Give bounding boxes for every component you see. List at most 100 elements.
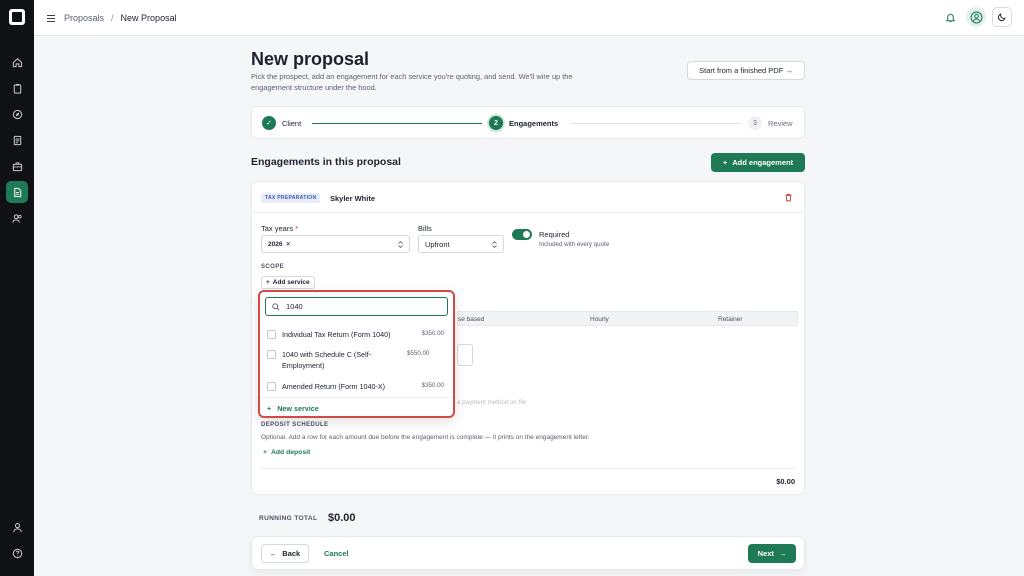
wizard-footer: ← Back Cancel Next →	[251, 536, 805, 570]
page-subtitle: Pick the prospect, add an engagement for…	[251, 72, 573, 92]
option-checkbox[interactable]	[267, 382, 276, 391]
bell-icon[interactable]	[940, 7, 960, 27]
home-icon[interactable]	[6, 51, 28, 73]
service-option[interactable]: Amended Return (Form 1040-X) $350.00	[267, 381, 444, 392]
add-service-label: Add service	[272, 279, 310, 286]
search-query: 1040	[286, 302, 303, 311]
breadcrumb-current: New Proposal	[120, 13, 177, 23]
breadcrumb-separator: /	[111, 13, 114, 23]
engagement-client: Skyler White	[330, 194, 376, 203]
back-label: Back	[282, 549, 301, 558]
arrow-right-icon: →	[778, 549, 787, 558]
proposal-stepper: ✓ Client 2 Engagements 3 Review	[251, 106, 805, 139]
proposals-icon[interactable]	[6, 181, 28, 203]
remove-chip-icon[interactable]: ✕	[285, 240, 290, 248]
step-connector	[570, 123, 740, 124]
required-mark: *	[295, 224, 299, 233]
step-engagements[interactable]: 2 Engagements	[489, 116, 558, 130]
deposit-description: Optional. Add a row for each amount due …	[261, 434, 590, 441]
pricing-table-header: se based Hourly Retainer	[457, 311, 798, 326]
help-icon[interactable]	[6, 542, 28, 564]
plus-icon: +	[263, 449, 267, 456]
step-label: Client	[282, 118, 302, 128]
plus-icon: +	[266, 279, 270, 286]
new-service-button[interactable]: + New service	[267, 404, 319, 413]
clipboard-icon[interactable]	[6, 77, 28, 99]
add-deposit-label: Add deposit	[270, 449, 311, 456]
tax-years-label: Tax years *	[261, 224, 298, 233]
engagement-total: $0.00	[776, 477, 795, 486]
tax-year-chip-label: 2026	[268, 240, 283, 248]
moon-icon[interactable]	[992, 7, 1012, 27]
arrow-left-icon: ←	[269, 549, 278, 558]
document-list-icon[interactable]	[6, 129, 28, 151]
option-price: $550.00	[407, 350, 430, 357]
search-icon	[272, 302, 280, 311]
required-toggle-label: Required	[539, 230, 570, 239]
step-client[interactable]: ✓ Client	[262, 116, 301, 130]
start-from-pdf-button[interactable]: Start from a finished PDF →	[687, 61, 805, 80]
next-button[interactable]: Next →	[748, 544, 796, 563]
add-engagement-button[interactable]: + Add engagement	[711, 153, 805, 172]
deposit-schedule-label: DEPOSIT SCHEDULE	[261, 422, 329, 428]
breadcrumb-proposals[interactable]: Proposals	[64, 13, 104, 23]
service-option[interactable]: Individual Tax Return (Form 1040) $350.0…	[267, 329, 444, 340]
add-deposit-button[interactable]: + Add deposit	[263, 449, 310, 456]
plus-icon: +	[267, 404, 272, 413]
plus-icon: +	[722, 158, 728, 167]
menu-icon[interactable]	[46, 14, 56, 23]
step-number: 3	[748, 116, 762, 130]
bills-label: Bills	[418, 224, 432, 233]
page-title: New proposal	[251, 49, 370, 69]
pricing-col-header: se based	[458, 316, 485, 323]
trash-icon[interactable]	[784, 193, 793, 202]
add-service-button[interactable]: + Add service	[261, 276, 315, 289]
breadcrumb: Proposals / New Proposal	[46, 0, 177, 36]
pricing-col-header: Retainer	[718, 316, 743, 323]
service-option[interactable]: 1040 with Schedule C (Self-Employment) $…	[267, 349, 444, 371]
service-search-dropdown: 1040 Individual Tax Return (Form 1040) $…	[258, 290, 455, 418]
option-name: Amended Return (Form 1040-X)	[282, 382, 386, 391]
users-icon[interactable]	[6, 207, 28, 229]
step-label: Review	[768, 118, 793, 128]
tax-years-text: Tax years	[261, 224, 294, 233]
option-price: $350.00	[421, 382, 444, 389]
next-label: Next	[757, 549, 774, 558]
tax-year-chip: 2026 ✕	[268, 240, 291, 249]
account-icon[interactable]	[6, 516, 28, 538]
app-logo[interactable]	[9, 9, 25, 25]
quantity-stepper[interactable]	[457, 344, 473, 366]
add-engagement-label: Add engagement	[732, 158, 794, 167]
check-icon: ✓	[262, 116, 276, 130]
scope-label: SCOPE	[261, 264, 285, 270]
top-bar: Proposals / New Proposal	[34, 0, 1024, 36]
divider	[260, 397, 453, 398]
bills-select[interactable]: Upfront	[418, 235, 504, 253]
engagements-title: Engagements in this proposal	[251, 156, 401, 168]
step-review[interactable]: 3 Review	[748, 116, 793, 130]
compass-icon[interactable]	[6, 103, 28, 125]
option-checkbox[interactable]	[267, 350, 276, 359]
service-search-input[interactable]: 1040	[265, 297, 448, 316]
back-button[interactable]: ← Back	[261, 544, 309, 563]
tax-years-select[interactable]: 2026 ✕	[261, 235, 410, 253]
running-total-value: $0.00	[328, 512, 356, 524]
cancel-button[interactable]: Cancel	[324, 549, 349, 558]
required-toggle[interactable]	[512, 229, 532, 240]
step-label: Engagements	[509, 118, 559, 128]
bills-value: Upfront	[425, 239, 450, 249]
pricing-col-header: Hourly	[590, 316, 609, 323]
user-avatar-icon[interactable]	[966, 7, 986, 27]
running-total-label: RUNNING TOTAL	[259, 515, 318, 522]
step-number: 2	[489, 116, 503, 130]
new-service-label: New service	[277, 404, 319, 413]
payment-hint: a payment method on file	[457, 399, 527, 406]
option-name: Individual Tax Return (Form 1040)	[282, 330, 391, 339]
option-name: 1040 with Schedule C (Self-Employment)	[282, 350, 372, 370]
divider	[261, 468, 795, 469]
service-type-badge: TAX PREPARATION	[261, 193, 321, 203]
option-checkbox[interactable]	[267, 330, 276, 339]
option-price: $350.00	[421, 330, 444, 337]
briefcase-icon[interactable]	[6, 155, 28, 177]
chevron-updown-icon	[397, 240, 404, 249]
